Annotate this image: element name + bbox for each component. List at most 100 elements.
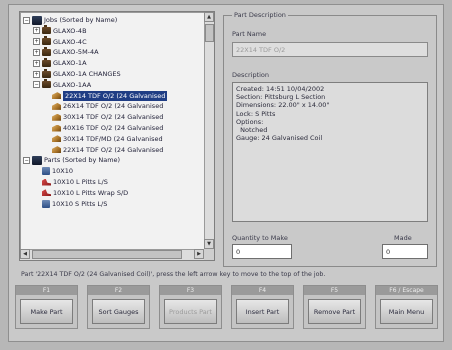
scroll-thumb[interactable] [205, 24, 214, 42]
scroll-left-icon[interactable]: ◀ [20, 249, 30, 259]
tree-item[interactable]: + GLAXO-1A CHANGES [33, 68, 121, 79]
group-title: Part Description [232, 11, 288, 19]
tree-item-label: GLAXO-4B [53, 26, 87, 35]
tree-item[interactable]: 10X10 L Pitts L/S [33, 177, 108, 187]
tree-item-label: GLAXO-5M-4A [53, 48, 99, 57]
function-key-2: F2 Sort Gauges [87, 285, 150, 329]
tree-item-label: 10X10 L Pitts L/S [53, 178, 108, 186]
blue-part-icon [42, 167, 50, 176]
tree-item[interactable]: − Jobs (Sorted by Name) [23, 15, 117, 25]
function-key-label: F1 [16, 286, 77, 295]
tree-item[interactable]: − Parts (Sorted by Name) [23, 155, 120, 165]
function-key-4: F4 Insert Part [231, 285, 294, 329]
part-icon [52, 92, 61, 100]
tree-item[interactable]: 26X14 TDF O/2 (24 Galvanised [43, 101, 163, 111]
tree-item-label: GLAXO-4C [53, 37, 87, 46]
function-key-label: F2 [88, 286, 149, 295]
tree-item-label: GLAXO-1A CHANGES [53, 70, 121, 78]
description-line: Created: 14:51 10/04/2002 [236, 85, 325, 93]
tree-item[interactable]: 10X10 L Pitts Wrap S/D [33, 188, 128, 198]
sort-gauges-button[interactable]: Sort Gauges [92, 299, 145, 324]
tree-item[interactable]: − GLAXO-1AA [33, 79, 92, 90]
tree-item[interactable]: + GLAXO-4C [33, 36, 87, 47]
root-folder-icon [32, 15, 42, 25]
part-icon [52, 135, 61, 143]
tree-item-label: 22X14 TDF O/2 (24 Galvanised [63, 145, 164, 154]
tree-item-label: 22X14 TDF O/2 (24 Galvanised [63, 90, 168, 101]
tree-item-label: 10X10 L Pitts Wrap S/D [53, 188, 129, 197]
expand-icon[interactable]: + [33, 38, 40, 46]
tree-item-label: 30X14 TDF/MD (24 Galvanised [63, 134, 163, 143]
part-name-field: 22X14 TDF O/2 [232, 42, 428, 57]
scroll-down-icon[interactable]: ▼ [204, 239, 214, 249]
tree-item-label: GLAXO-1A [53, 59, 87, 68]
function-key-label: F6 / Escape [376, 286, 437, 295]
description-line: Dimensions: 22.00" x 14.00" [236, 101, 330, 110]
tree-vertical-scrollbar[interactable]: ▲ ▼ [204, 12, 214, 249]
scroll-up-icon[interactable]: ▲ [204, 12, 214, 22]
job-tree-panel[interactable]: − Jobs (Sorted by Name) + GLAXO-4B + GLAXO-4C… [19, 11, 215, 261]
folder-icon [42, 57, 51, 67]
tree-item[interactable]: 10X10 [33, 166, 73, 176]
expand-icon[interactable]: + [33, 70, 40, 78]
expand-icon[interactable]: + [33, 27, 40, 35]
tree-item[interactable]: 10X10 S Pitts L/S [33, 199, 107, 209]
function-key-1: F1 Make Part [15, 285, 78, 329]
function-key-5: F5 Remove Part [303, 285, 366, 329]
tree-item[interactable]: + GLAXO-1A [33, 57, 87, 68]
tree-item-label: Parts (Sorted by Name) [44, 156, 121, 165]
quantity-label: Quantity to Make [232, 234, 288, 242]
red-part-icon [42, 178, 51, 186]
tree-horizontal-scrollbar[interactable]: ◀ ▶ [20, 249, 204, 260]
part-icon [52, 102, 61, 110]
collapse-icon[interactable]: − [33, 81, 40, 89]
main-menu-button[interactable]: Main Menu [380, 299, 433, 324]
insert-part-button[interactable]: Insert Part [236, 299, 289, 324]
folder-icon [42, 68, 51, 78]
tree-item[interactable]: 30X14 TDF/MD (24 Galvanised [43, 134, 163, 144]
part-icon [52, 146, 61, 154]
function-key-label: F5 [304, 286, 365, 295]
tree-item-label: 26X14 TDF O/2 (24 Galvanised [63, 102, 164, 111]
made-label: Made [394, 234, 412, 242]
scroll-corner [204, 249, 214, 260]
part-name-label: Part Name [232, 30, 267, 38]
description-box: Created: 14:51 10/04/2002 Section: Pittsb… [232, 82, 428, 222]
tree-item-label: 10X10 [52, 167, 73, 176]
function-key-label: F4 [232, 286, 293, 295]
tree-item[interactable]: + GLAXO-4B [33, 25, 87, 36]
folder-icon [42, 79, 51, 89]
tree-item-label: GLAXO-1AA [53, 80, 92, 89]
root-folder-icon [32, 155, 42, 165]
folder-icon [42, 46, 51, 56]
tree-item[interactable]: 22X14 TDF O/2 (24 Galvanised [43, 145, 163, 155]
tree-item[interactable]: + GLAXO-5M-4A [33, 46, 99, 57]
hscroll-thumb[interactable] [32, 250, 182, 259]
expand-icon[interactable]: + [33, 48, 40, 56]
quantity-input[interactable]: 0 [232, 244, 292, 259]
expand-icon[interactable]: + [33, 59, 40, 67]
made-input[interactable]: 0 [382, 244, 428, 259]
part-description-group: Part Description Part Name 22X14 TDF O/2… [223, 11, 437, 267]
tree-list: − Jobs (Sorted by Name) + GLAXO-4B + GLAXO-4C… [20, 12, 214, 249]
tree-item[interactable]: 30X14 TDF O/2 (24 Galvanised [43, 112, 163, 122]
function-key-3: F3 Products Part [159, 285, 222, 329]
folder-icon [42, 25, 51, 35]
collapse-icon[interactable]: − [23, 156, 30, 164]
remove-part-button[interactable]: Remove Part [308, 299, 361, 324]
description-label: Description [232, 71, 270, 79]
products-part-button[interactable]: Products Part [164, 299, 217, 324]
red-part-icon [42, 189, 51, 197]
function-key-6: F6 / Escape Main Menu [375, 285, 438, 329]
description-line: Notched [236, 126, 268, 135]
make-part-button[interactable]: Make Part [20, 299, 73, 324]
collapse-icon[interactable]: − [23, 16, 30, 24]
function-key-label: F3 [160, 286, 221, 295]
tree-item-label: 10X10 S Pitts L/S [52, 199, 108, 208]
tree-item[interactable]: 40X16 TDF O/2 (24 Galvanised [43, 123, 163, 133]
tree-item[interactable]: 22X14 TDF O/2 (24 Galvanised [43, 90, 168, 101]
tree-item-label: 40X16 TDF O/2 (24 Galvanised [63, 124, 164, 132]
description-line: Options: [236, 117, 264, 126]
description-line: Gauge: 24 Galvanised Coil [236, 134, 323, 143]
scroll-right-icon[interactable]: ▶ [194, 249, 204, 259]
